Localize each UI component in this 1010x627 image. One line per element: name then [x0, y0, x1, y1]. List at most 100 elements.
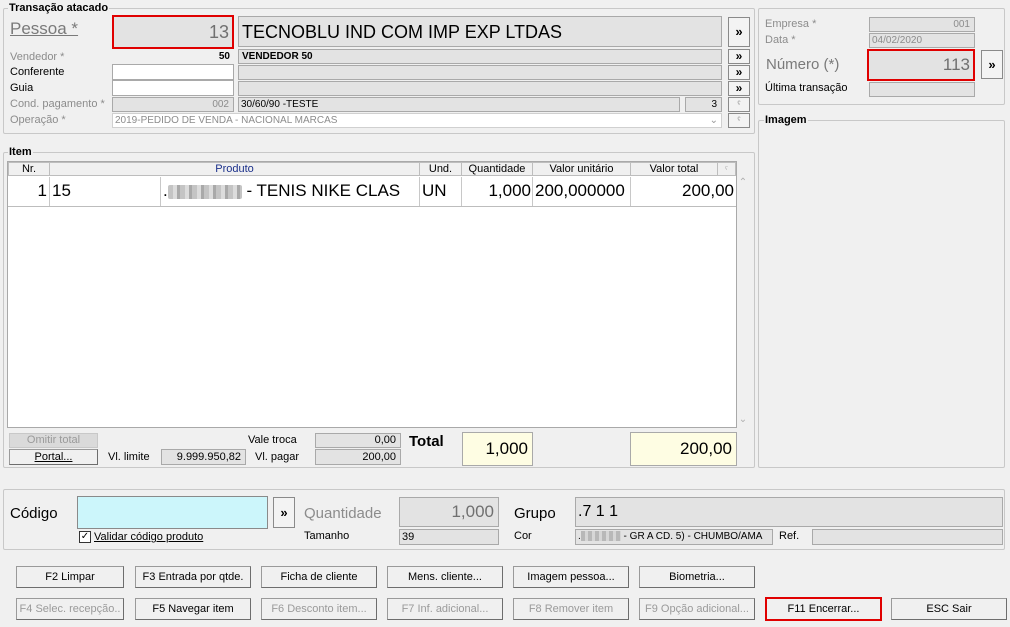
guia-name-field — [238, 81, 722, 96]
conferente-search-button[interactable]: » — [728, 65, 750, 80]
col-header-nr[interactable]: Nr. — [8, 162, 50, 176]
col-header-valor-total[interactable]: Valor total — [631, 162, 718, 176]
numero-search-button[interactable]: » — [981, 50, 1003, 79]
validar-label[interactable]: Validar código produto — [94, 530, 203, 544]
vendedor-code: 50 — [218, 51, 230, 62]
omitir-total-button[interactable]: Omitir total — [9, 433, 98, 448]
biometria-button[interactable]: Biometria... — [639, 566, 755, 588]
numero-field[interactable]: 113 — [867, 49, 975, 81]
cond-pagamento-lookup-button[interactable]: ˤ — [728, 97, 750, 112]
transacao-title: Transação atacado — [8, 2, 110, 14]
scroll-down-icon[interactable]: ⌄ — [737, 414, 749, 428]
vale-troca-label: Vale troca — [248, 434, 297, 446]
f2-limpar-button[interactable]: F2 Limpar — [16, 566, 124, 588]
validar-checkbox[interactable]: ✓ — [79, 531, 91, 543]
total-label: Total — [409, 433, 444, 450]
guia-input[interactable] — [112, 80, 234, 96]
row-nr: 1 — [8, 177, 50, 206]
vl-pagar-field: 200,00 — [315, 449, 401, 465]
total-quantidade-field: 1,000 — [462, 432, 533, 466]
tamanho-label: Tamanho — [304, 530, 350, 542]
row-produto: . - TENIS NIKE CLAS — [161, 177, 420, 206]
codigo-input[interactable] — [77, 496, 268, 529]
operacao-select[interactable]: 2019-PEDIDO DE VENDA - NACIONAL MARCAS ⌄ — [112, 113, 722, 128]
row-valor-total: 200,00 — [682, 181, 734, 200]
ficha-cliente-button[interactable]: Ficha de cliente — [261, 566, 377, 588]
f8-remover-item-button[interactable]: F8 Remover item — [513, 598, 629, 620]
vendedor-search-button[interactable]: » — [728, 49, 750, 64]
blurred-code-mask — [167, 184, 242, 199]
quantidade-label: Quantidade — [304, 505, 382, 522]
f6-desconto-item-button[interactable]: F6 Desconto item... — [261, 598, 377, 620]
vendedor-label: Vendedor * — [10, 51, 65, 63]
vl-limite-field: 9.999.950,82 — [161, 449, 246, 465]
tamanho-field: 39 — [399, 529, 499, 545]
cor-label: Cor — [514, 530, 532, 542]
esc-sair-button[interactable]: ESC Sair — [891, 598, 1007, 620]
row-und: UN — [420, 177, 462, 206]
total-valor-field: 200,00 — [630, 432, 737, 466]
vale-troca-field: 0,00 — [315, 433, 401, 448]
mens-cliente-button[interactable]: Mens. cliente... — [387, 566, 503, 588]
cor-value: - GR A CD. 5) - CHUMBO/AMA — [620, 531, 763, 542]
ultima-transacao-label: Última transação — [765, 82, 848, 94]
pessoa-label: Pessoa * — [10, 19, 79, 38]
codigo-search-button[interactable]: » — [273, 497, 295, 528]
vl-limite-label: Vl. limite — [108, 451, 150, 463]
guia-label: Guia — [10, 82, 34, 94]
cor-field: . - GR A CD. 5) - CHUMBO/AMA — [575, 529, 773, 545]
table-row[interactable]: 1 15 . - TENIS NIKE CLAS UN 1,000 200,00… — [8, 177, 736, 207]
grid-options-icon[interactable]: ˤ — [718, 162, 736, 176]
col-header-und[interactable]: Und. — [420, 162, 462, 176]
data-label: Data * — [765, 34, 796, 46]
conferente-name-field — [238, 65, 722, 80]
item-title: Item — [8, 146, 33, 158]
vl-pagar-label: Vl. pagar — [255, 451, 300, 463]
f4-selec-recepcao-button[interactable]: F4 Selec. recepção.. — [16, 598, 124, 620]
ref-label: Ref. — [779, 530, 800, 542]
ultima-transacao-field — [869, 82, 975, 97]
f11-encerrar-button[interactable]: F11 Encerrar... — [765, 597, 882, 621]
ref-field — [812, 529, 1003, 545]
f9-opcao-adicional-button[interactable]: F9 Opção adicional... — [639, 598, 755, 620]
pessoa-search-button[interactable]: » — [728, 17, 750, 47]
empresa-field: 001 — [869, 17, 975, 32]
cond-pagamento-name: 30/60/90 -TESTE — [238, 97, 680, 112]
numero-label: Número (*) — [766, 56, 840, 73]
row-codigo: 15 — [50, 177, 161, 206]
col-header-quantidade[interactable]: Quantidade — [462, 162, 533, 176]
data-field: 04/02/2020 — [869, 33, 975, 48]
f3-entrada-button[interactable]: F3 Entrada por qtde. — [135, 566, 251, 588]
portal-button[interactable]: Portal... — [9, 449, 98, 465]
cond-pagamento-code: 002 — [112, 97, 234, 112]
codigo-label: Código — [10, 505, 58, 522]
f5-navegar-item-button[interactable]: F5 Navegar item — [135, 598, 251, 620]
imagem-pessoa-button[interactable]: Imagem pessoa... — [513, 566, 629, 588]
guia-search-button[interactable]: » — [728, 81, 750, 96]
quantidade-field: 1,000 — [399, 497, 499, 527]
operacao-label: Operação * — [10, 114, 66, 126]
operacao-selected-value: 2019-PEDIDO DE VENDA - NACIONAL MARCAS — [115, 115, 338, 126]
conferente-label: Conferente — [10, 66, 65, 78]
pessoa-code-field[interactable]: 13 — [112, 15, 234, 49]
conferente-input[interactable] — [112, 64, 234, 80]
row-quantidade: 1,000 — [462, 177, 533, 206]
item-grid-scrollbar[interactable]: ⌃ ⌄ — [737, 177, 749, 428]
cond-pagamento-label: Cond. pagamento * — [10, 98, 105, 110]
row-produto-desc: - TENIS NIKE CLAS — [241, 181, 401, 200]
col-header-produto[interactable]: Produto — [50, 162, 420, 176]
cond-pagamento-count: 3 — [685, 97, 722, 112]
blurred-code-mask — [580, 531, 621, 542]
grupo-label: Grupo — [514, 505, 556, 522]
row-valor-unitario: 200,000000 — [533, 177, 631, 206]
f7-inf-adicional-button[interactable]: F7 Inf. adicional... — [387, 598, 503, 620]
operacao-lookup-button[interactable]: ˤ — [728, 113, 750, 128]
vendedor-name-field: VENDEDOR 50 — [238, 49, 722, 64]
scroll-up-icon[interactable]: ⌃ — [737, 177, 749, 191]
col-header-valor-unitario[interactable]: Valor unitário — [533, 162, 631, 176]
imagem-group — [758, 120, 1005, 468]
empresa-label: Empresa * — [765, 18, 817, 30]
grupo-field: .7 1 1 — [575, 497, 1003, 527]
imagem-title: Imagem — [764, 114, 808, 126]
pessoa-name-field: TECNOBLU IND COM IMP EXP LTDAS — [238, 16, 722, 47]
